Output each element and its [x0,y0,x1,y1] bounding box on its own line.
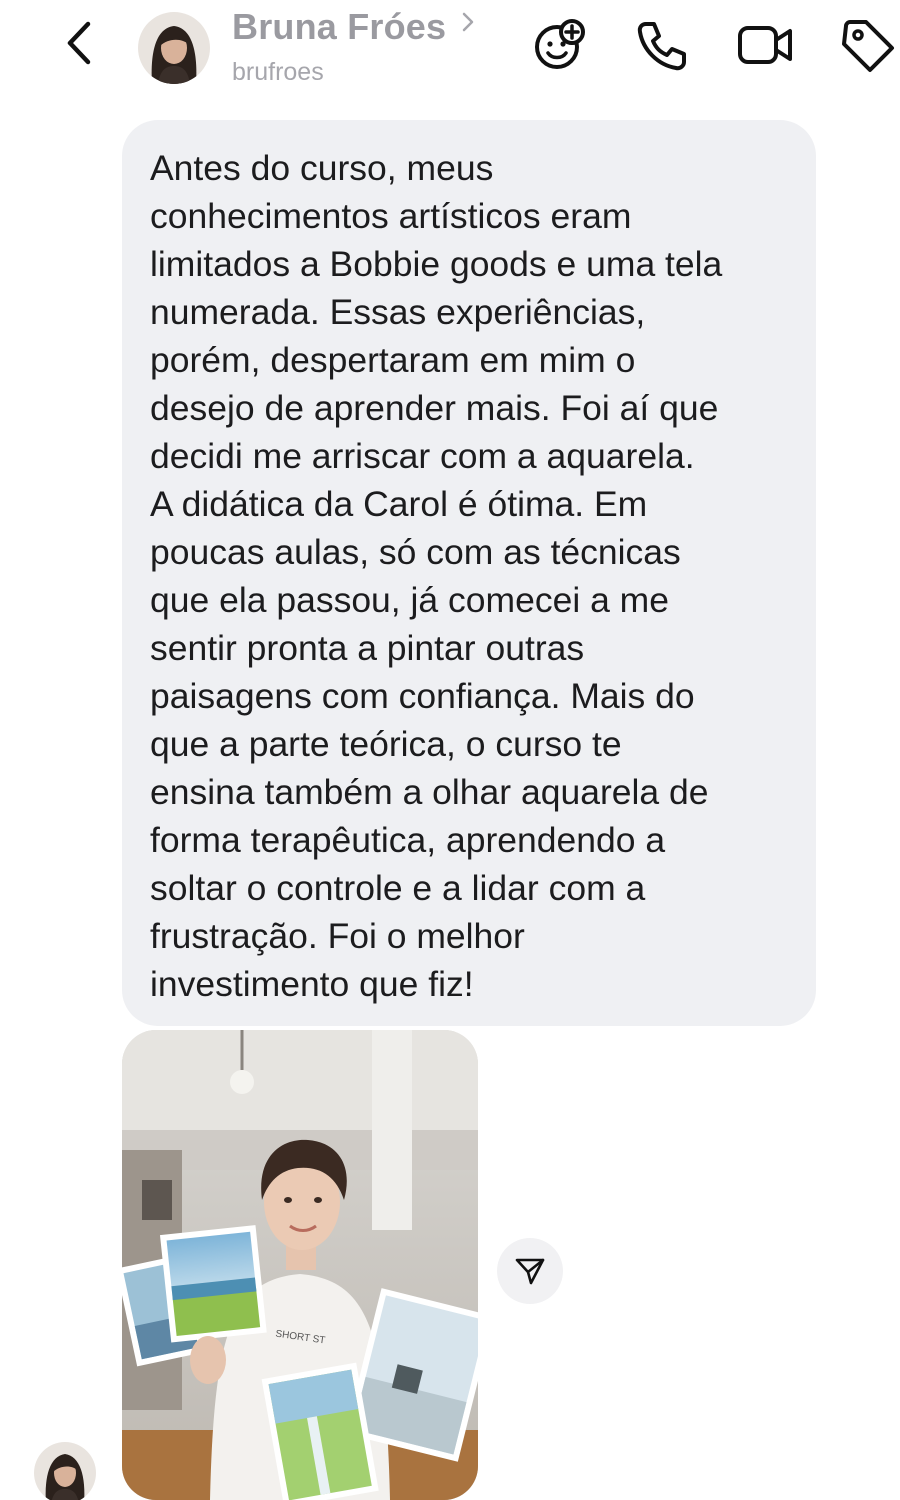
contact-name: Bruna Fróes [232,6,447,47]
back-arrow-icon[interactable] [58,20,102,66]
message-bubble[interactable]: Antes do curso, meus conhecimentos artís… [122,120,816,1026]
contact-info[interactable]: Bruna Fróes brufroes [232,6,475,86]
message-text: Antes do curso, meus conhecimentos artís… [150,148,723,1004]
contact-username: brufroes [232,58,324,86]
tag-icon[interactable] [838,16,896,74]
sender-avatar[interactable] [34,1442,96,1500]
share-icon[interactable] [497,1238,563,1304]
add-effect-icon[interactable] [530,16,588,74]
photo-message[interactable]: SHORT ST [122,1030,478,1500]
phone-icon[interactable] [632,16,690,74]
chat-header: Bruna Fróes brufroes [0,0,900,100]
chevron-right-icon [461,11,475,38]
avatar[interactable] [138,12,210,84]
video-camera-icon[interactable] [736,16,794,74]
